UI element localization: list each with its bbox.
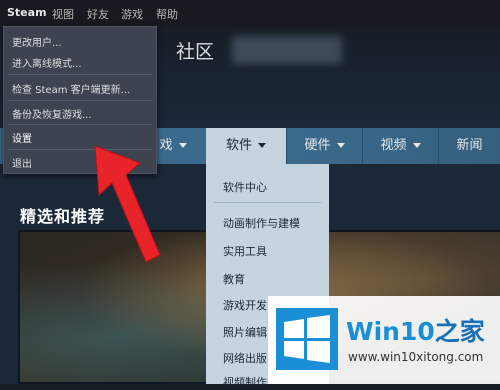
software-item-utilities[interactable]: 实用工具 — [223, 243, 267, 259]
nav-video-label: 视频 — [380, 138, 407, 153]
caret-down-icon — [258, 143, 266, 148]
nav-games-label: 戏 — [159, 138, 173, 153]
software-item-photo[interactable]: 照片编辑 — [223, 324, 267, 340]
menu-divider — [8, 100, 152, 101]
menu-help[interactable]: 帮助 — [156, 6, 178, 22]
menu-item-backup[interactable]: 备份及恢复游戏... — [12, 106, 92, 121]
software-item-education[interactable]: 教育 — [223, 271, 245, 287]
nav-news-label: 新闻 — [456, 138, 483, 153]
nav-news[interactable]: 新闻 — [439, 128, 500, 164]
windows-logo-icon — [276, 308, 338, 370]
menu-item-offline[interactable]: 进入离线模式... — [12, 55, 82, 70]
menu-divider — [8, 149, 152, 150]
nav-software-label: 软件 — [225, 138, 252, 153]
software-item-gamedev[interactable]: 游戏开发 — [223, 297, 267, 313]
menu-steam[interactable]: Steam — [7, 6, 47, 19]
watermark-brand: Win10之家 — [346, 312, 485, 348]
menu-view[interactable]: 视图 — [52, 6, 74, 22]
caret-down-icon — [178, 143, 187, 148]
watermark: Win10之家 www.win10xitong.com — [268, 296, 500, 384]
menu-divider — [214, 202, 321, 203]
top-menubar: Steam 视图 好友 游戏 帮助 — [0, 0, 500, 26]
menu-item-settings[interactable]: 设置 — [12, 130, 32, 145]
section-title: 精选和推荐 — [20, 207, 106, 226]
caret-down-icon — [412, 143, 421, 148]
menu-item-change-user[interactable]: 更改用户... — [12, 34, 62, 49]
menu-friends[interactable]: 好友 — [87, 6, 109, 22]
nav-video[interactable]: 视频 — [363, 128, 438, 164]
caret-down-icon — [336, 143, 345, 148]
watermark-brand-cn: 之家 — [434, 317, 485, 346]
nav-hardware-label: 硬件 — [304, 138, 331, 153]
software-item-web[interactable]: 网络出版 — [223, 350, 267, 366]
menu-divider — [8, 74, 152, 75]
nav-hardware[interactable]: 硬件 — [287, 128, 362, 164]
menu-item-exit[interactable]: 退出 — [12, 155, 32, 170]
nav-software[interactable]: 软件 — [206, 128, 286, 164]
steam-dropdown: 更改用户... 进入离线模式... 检查 Steam 客户端更新... 备份及恢… — [3, 26, 157, 174]
menu-games[interactable]: 游戏 — [121, 6, 143, 22]
menu-item-check-update[interactable]: 检查 Steam 客户端更新... — [12, 81, 130, 96]
username-blurred — [232, 36, 342, 64]
software-item-animation[interactable]: 动画制作与建模 — [223, 215, 300, 231]
tab-community[interactable]: 社区 — [176, 37, 214, 64]
software-item-video[interactable]: 视频制作 — [223, 374, 267, 390]
watermark-brand-text: Win10 — [346, 317, 435, 346]
menu-divider — [8, 124, 152, 125]
watermark-url: www.win10xitong.com — [348, 350, 484, 364]
software-item-center[interactable]: 软件中心 — [223, 179, 267, 195]
